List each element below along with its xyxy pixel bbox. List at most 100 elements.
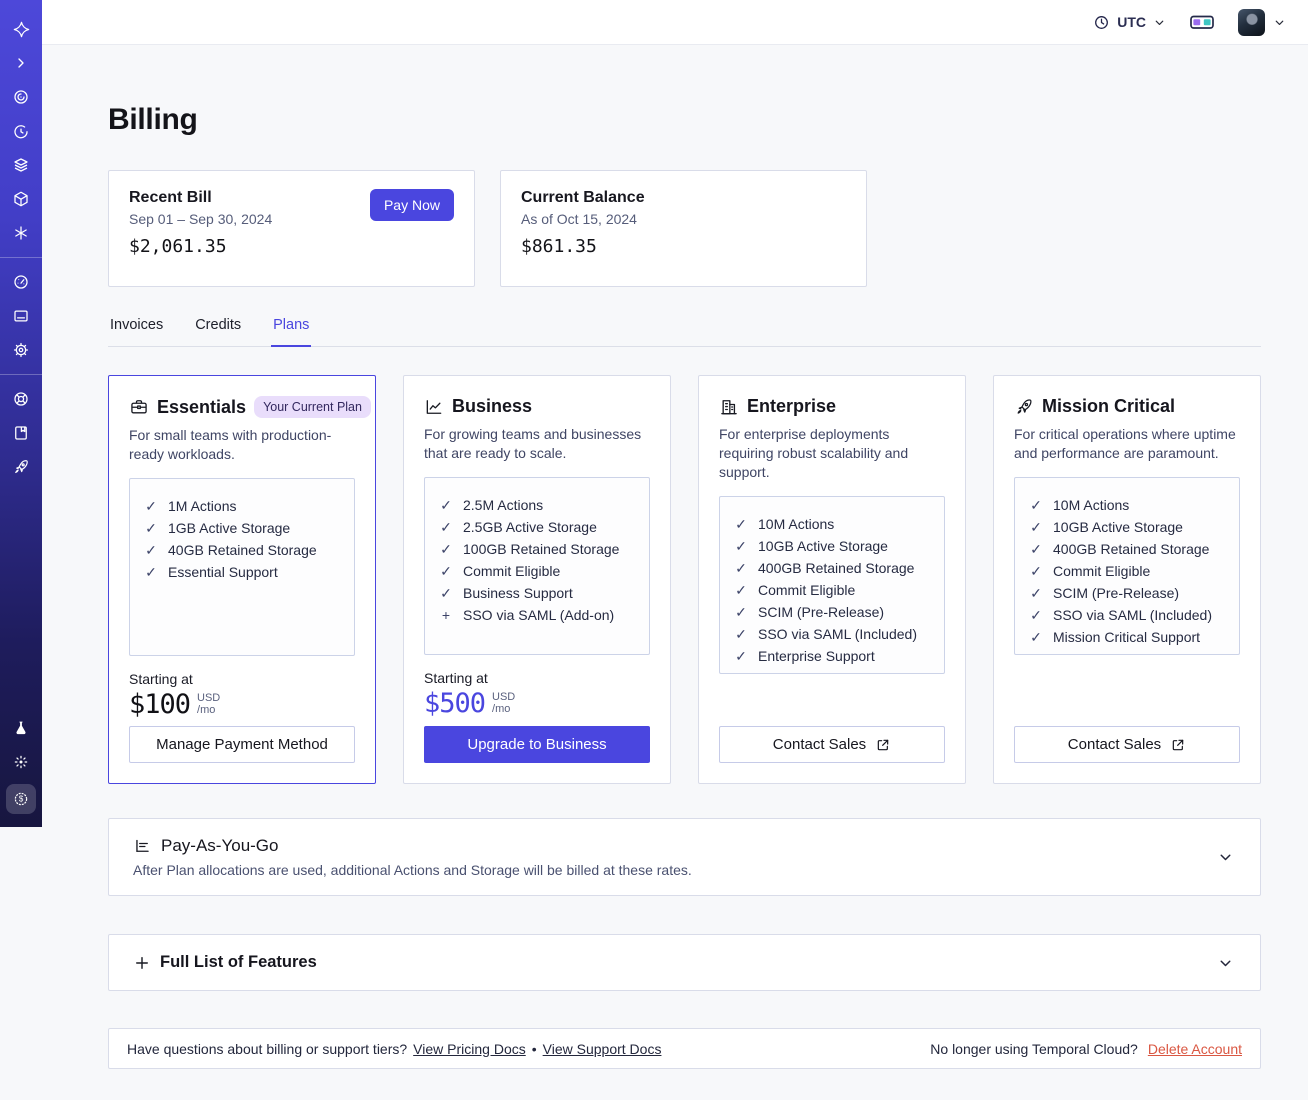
feature-item: ✓ Business Support	[439, 582, 635, 604]
pay-now-button[interactable]: Pay Now	[369, 189, 454, 221]
plan-feature-list: ✓ 2.5M Actions ✓ 2.5GB Active Storage ✓ 100…	[424, 477, 650, 655]
check-icon: ✓	[440, 497, 452, 513]
price-amount: $500	[424, 688, 486, 719]
invoices-card-icon[interactable]	[4, 299, 38, 333]
support-docs-link[interactable]: View Support Docs	[543, 1041, 662, 1057]
recent-bill-title: Recent Bill	[129, 189, 212, 206]
full-features-title: Full List of Features	[160, 953, 317, 971]
current-balance-amount: $861.35	[521, 236, 597, 257]
rocket-icon[interactable]	[4, 450, 38, 484]
feature-item: ✓ Mission Critical Support	[1029, 626, 1225, 648]
billing-tabs: Invoices Credits Plans	[108, 311, 1261, 347]
labs-glasses-icon[interactable]	[1190, 14, 1214, 31]
check-icon: ✓	[735, 626, 747, 642]
plan-feature-list: ✓ 10M Actions ✓ 10GB Active Storage ✓ 400GB…	[1014, 477, 1240, 655]
external-link-icon	[1170, 737, 1186, 753]
feature-item: ✓ 100GB Retained Storage	[439, 538, 635, 560]
plan-card-essentials: Essentials Your Current Plan For small t…	[108, 375, 376, 784]
line-chart-icon	[424, 397, 444, 417]
plan-name: Enterprise	[747, 396, 837, 416]
billing-page: Billing Recent Bill Sep 01 – Sep 30, 202…	[42, 45, 1308, 1100]
check-icon: ✓	[1030, 563, 1042, 579]
support-lifering-icon[interactable]	[4, 382, 38, 416]
upgrade-business-button[interactable]: Upgrade to Business	[424, 726, 650, 763]
feature-item: ✓ SSO via SAML (Included)	[734, 623, 930, 645]
nexus-icon[interactable]	[4, 216, 38, 250]
docs-book-icon[interactable]	[4, 416, 38, 450]
usage-gauge-icon[interactable]	[4, 265, 38, 299]
plan-description: For enterprise deployments requiring rob…	[719, 426, 909, 480]
tab-plans[interactable]: Plans	[271, 311, 312, 347]
pay-as-you-go-accordion[interactable]: Pay-As-You-Go After Plan allocations are…	[108, 818, 1261, 896]
plus-icon: +	[441, 607, 451, 623]
feature-item: ✓ Commit Eligible	[1029, 560, 1225, 582]
briefcase-icon	[129, 397, 149, 417]
contact-sales-button[interactable]: Contact Sales	[719, 726, 945, 763]
feature-item: ✓ 40GB Retained Storage	[144, 539, 340, 561]
plus-icon	[133, 954, 151, 972]
payg-subtitle: After Plan allocations are used, additio…	[133, 862, 692, 878]
recent-bill-card: Recent Bill Sep 01 – Sep 30, 2024 Pay No…	[108, 170, 475, 287]
current-plan-badge: Your Current Plan	[254, 396, 371, 418]
bullet-separator: •	[531, 1040, 537, 1057]
timezone-label: UTC	[1117, 14, 1146, 30]
feature-item: ✓ 10M Actions	[734, 513, 930, 535]
cube-icon[interactable]	[4, 182, 38, 216]
plan-feature-list: ✓ 1M Actions ✓ 1GB Active Storage ✓ 40GB Re…	[129, 478, 355, 656]
check-icon: ✓	[735, 604, 747, 620]
rates-chart-icon	[133, 837, 152, 856]
plan-card-business: Business For growing teams and businesse…	[403, 375, 671, 784]
full-features-accordion[interactable]: Full List of Features	[108, 934, 1261, 991]
check-icon: ✓	[735, 582, 747, 598]
feature-item: ✓ 400GB Retained Storage	[1029, 538, 1225, 560]
payg-title: Pay-As-You-Go	[161, 836, 279, 855]
top-header: UTC	[42, 0, 1308, 45]
feature-item: ✓ 2.5M Actions	[439, 494, 635, 516]
feature-item: ✓ 10GB Active Storage	[1029, 516, 1225, 538]
tab-credits[interactable]: Credits	[193, 311, 243, 346]
check-icon: ✓	[440, 541, 452, 557]
check-icon: ✓	[1030, 519, 1042, 535]
feature-item: ✓ 2.5GB Active Storage	[439, 516, 635, 538]
check-icon: ✓	[1030, 629, 1042, 645]
plan-price: Starting at $100 USD/mo	[129, 671, 221, 720]
feature-item: ✓ 10M Actions	[1029, 494, 1225, 516]
temporal-logo-icon[interactable]	[4, 12, 38, 46]
current-balance-asof: As of Oct 15, 2024	[521, 211, 637, 227]
footer-question: Have questions about billing or support …	[127, 1040, 408, 1057]
timezone-selector[interactable]: UTC	[1093, 14, 1166, 31]
plans-row: Essentials Your Current Plan For small t…	[108, 375, 1261, 784]
check-icon: ✓	[145, 520, 157, 536]
chevron-down-icon	[1217, 849, 1234, 866]
check-icon: ✓	[440, 585, 452, 601]
settings-gear-icon[interactable]	[4, 333, 38, 367]
plan-description: For growing teams and businesses that ar…	[424, 426, 642, 461]
feature-item: + SSO via SAML (Add-on)	[439, 604, 635, 626]
current-balance-title: Current Balance	[521, 189, 645, 206]
expand-sidebar-icon[interactable]	[4, 46, 38, 80]
building-icon	[719, 397, 739, 417]
theme-sun-icon[interactable]	[4, 745, 38, 779]
delete-question: No longer using Temporal Cloud?	[930, 1040, 1138, 1057]
billing-summary-row: Recent Bill Sep 01 – Sep 30, 2024 Pay No…	[108, 170, 1261, 287]
feature-item: ✓ 1GB Active Storage	[144, 517, 340, 539]
current-balance-card: Current Balance As of Oct 15, 2024 $861.…	[500, 170, 867, 287]
delete-account-link[interactable]: Delete Account	[1148, 1041, 1242, 1057]
feature-item: ✓ 10GB Active Storage	[734, 535, 930, 557]
chevron-down-icon	[1153, 16, 1166, 29]
check-icon: ✓	[1030, 497, 1042, 513]
contact-sales-button[interactable]: Contact Sales	[1014, 726, 1240, 763]
chevron-down-icon	[1273, 16, 1286, 29]
avatar	[1238, 8, 1265, 36]
schedules-icon[interactable]	[4, 114, 38, 148]
layers-icon[interactable]	[4, 148, 38, 182]
manage-payment-button[interactable]: Manage Payment Method	[129, 726, 355, 763]
pricing-docs-link[interactable]: View Pricing Docs	[413, 1041, 526, 1057]
namespaces-icon[interactable]	[4, 80, 38, 114]
billing-icon[interactable]: $	[6, 784, 36, 814]
feature-item: ✓ Commit Eligible	[734, 579, 930, 601]
labs-flask-icon[interactable]	[4, 711, 38, 745]
tab-invoices[interactable]: Invoices	[108, 311, 165, 346]
feature-item: ✓ 1M Actions	[144, 495, 340, 517]
user-menu[interactable]	[1238, 8, 1286, 36]
